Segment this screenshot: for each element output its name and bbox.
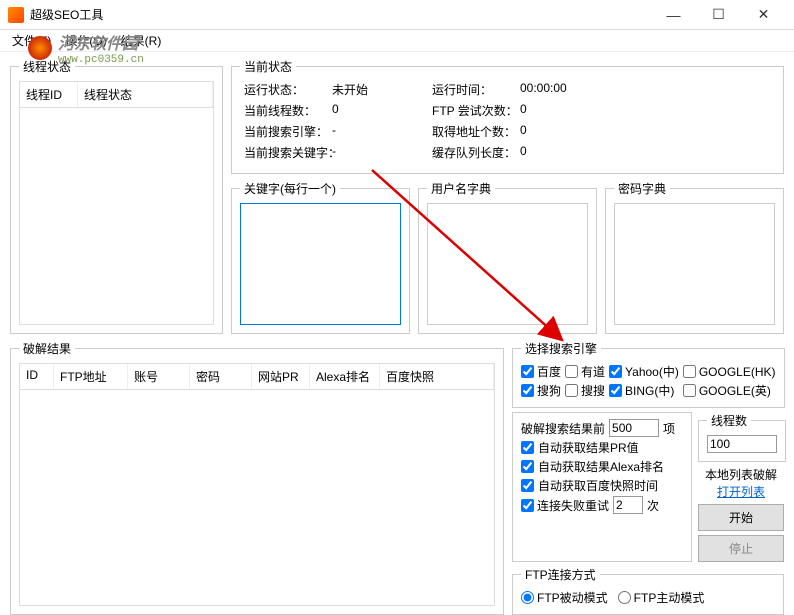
current-status-panel: 当前状态 运行状态： 未开始 运行时间： 00:00:00 当前线程数： 0 F…	[231, 58, 784, 174]
col-password: 密码	[190, 364, 252, 389]
threads-legend: 线程数	[707, 412, 751, 429]
col-thread-id: 线程ID	[20, 82, 78, 107]
chk-baidu[interactable]: 百度	[521, 363, 561, 380]
radio-ftp-active[interactable]: FTP主动模式	[618, 589, 705, 606]
chk-retry[interactable]: 连接失败重试	[521, 497, 609, 514]
ftp-retry-value: 0	[520, 102, 580, 119]
thread-status-legend: 线程状态	[19, 58, 75, 75]
crack-result-panel: 破解结果 ID FTP地址 账号 密码 网站PR Alexa排名 百度快照	[10, 340, 504, 615]
username-dict-legend: 用户名字典	[427, 180, 495, 197]
engine-value: -	[332, 123, 432, 140]
result-suffix: 项	[663, 420, 675, 437]
app-icon	[8, 7, 24, 23]
keywords-input[interactable]	[240, 203, 401, 325]
addr-count-value: 0	[520, 123, 580, 140]
crack-result-legend: 破解结果	[19, 340, 75, 357]
menubar: 文件(F) 操作(O) 结果(R)	[0, 30, 794, 52]
chk-google-en[interactable]: GOOGLE(英)	[683, 382, 776, 399]
thread-status-panel: 线程状态 线程ID 线程状态	[10, 58, 223, 334]
run-status-label: 运行状态：	[244, 81, 332, 98]
search-engine-legend: 选择搜索引擎	[521, 340, 601, 357]
password-dict-panel: 密码字典	[605, 180, 784, 334]
stop-button[interactable]: 停止	[698, 535, 784, 562]
keywords-legend: 关键字(每行一个)	[240, 180, 340, 197]
threads-panel: 线程数	[698, 412, 786, 462]
col-id: ID	[20, 364, 54, 389]
retry-suffix: 次	[647, 497, 659, 514]
maximize-button[interactable]: ☐	[696, 1, 741, 29]
queue-label: 缓存队列长度：	[432, 144, 520, 161]
chk-google-hk[interactable]: GOOGLE(HK)	[683, 363, 776, 380]
run-status-value: 未开始	[332, 81, 432, 98]
col-snapshot: 百度快照	[380, 364, 494, 389]
retry-count-input[interactable]	[613, 496, 643, 514]
password-dict-legend: 密码字典	[614, 180, 670, 197]
titlebar: 超级SEO工具 — ☐ ✕	[0, 0, 794, 30]
current-status-legend: 当前状态	[240, 58, 296, 75]
chk-auto-alexa[interactable]: 自动获取结果Alexa排名	[521, 458, 683, 475]
col-thread-status: 线程状态	[78, 82, 213, 107]
chk-auto-snapshot[interactable]: 自动获取百度快照时间	[521, 477, 683, 494]
chk-bing[interactable]: BING(中)	[609, 382, 679, 399]
menu-file[interactable]: 文件(F)	[6, 30, 57, 51]
minimize-button[interactable]: —	[651, 1, 696, 29]
result-prefix: 破解搜索结果前	[521, 420, 605, 437]
keywords-panel: 关键字(每行一个)	[231, 180, 410, 334]
ftp-retry-label: FTP 尝试次数：	[432, 102, 520, 119]
ftp-mode-panel: FTP连接方式 FTP被动模式 FTP主动模式	[512, 566, 784, 615]
run-time-value: 00:00:00	[520, 81, 580, 98]
run-time-label: 运行时间：	[432, 81, 520, 98]
chk-sogou[interactable]: 搜狗	[521, 382, 561, 399]
keyword-value: -	[332, 144, 432, 161]
chk-auto-pr[interactable]: 自动获取结果PR值	[521, 439, 683, 456]
crack-options-panel: 破解搜索结果前 项 自动获取结果PR值 自动获取结果Alexa排名 自动获取百度…	[512, 412, 692, 562]
col-account: 账号	[128, 364, 190, 389]
username-dict-panel: 用户名字典	[418, 180, 597, 334]
addr-count-label: 取得地址个数：	[432, 123, 520, 140]
window-title: 超级SEO工具	[30, 6, 651, 23]
search-engine-panel: 选择搜索引擎 百度 有道 Yahoo(中) GOOGLE(HK) 搜狗 搜搜 B…	[512, 340, 785, 408]
col-pr: 网站PR	[252, 364, 310, 389]
keyword-label: 当前搜索关键字：	[244, 144, 332, 161]
chk-yahoo[interactable]: Yahoo(中)	[609, 363, 679, 380]
close-button[interactable]: ✕	[741, 1, 786, 29]
queue-value: 0	[520, 144, 580, 161]
result-count-input[interactable]	[609, 419, 659, 437]
username-dict-input[interactable]	[427, 203, 588, 325]
thread-count-input[interactable]	[707, 435, 777, 453]
menu-operation[interactable]: 操作(O)	[59, 30, 112, 51]
local-list-panel: 本地列表破解 打开列表	[698, 466, 784, 500]
ftp-mode-legend: FTP连接方式	[521, 566, 600, 583]
result-table-header: ID FTP地址 账号 密码 网站PR Alexa排名 百度快照	[19, 363, 495, 390]
engine-label: 当前搜索引擎：	[244, 123, 332, 140]
start-button[interactable]: 开始	[698, 504, 784, 531]
col-ftp: FTP地址	[54, 364, 128, 389]
menu-result[interactable]: 结果(R)	[115, 30, 168, 51]
chk-youdao[interactable]: 有道	[565, 363, 605, 380]
result-table-body[interactable]	[19, 390, 495, 606]
open-list-link[interactable]: 打开列表	[717, 485, 765, 499]
thread-count-value: 0	[332, 102, 432, 119]
thread-table-header: 线程ID 线程状态	[19, 81, 214, 108]
radio-ftp-passive[interactable]: FTP被动模式	[521, 589, 608, 606]
chk-soso[interactable]: 搜搜	[565, 382, 605, 399]
local-list-label: 本地列表破解	[698, 466, 784, 483]
col-alexa: Alexa排名	[310, 364, 380, 389]
thread-table-body[interactable]	[19, 108, 214, 325]
password-dict-input[interactable]	[614, 203, 775, 325]
thread-count-label: 当前线程数：	[244, 102, 332, 119]
